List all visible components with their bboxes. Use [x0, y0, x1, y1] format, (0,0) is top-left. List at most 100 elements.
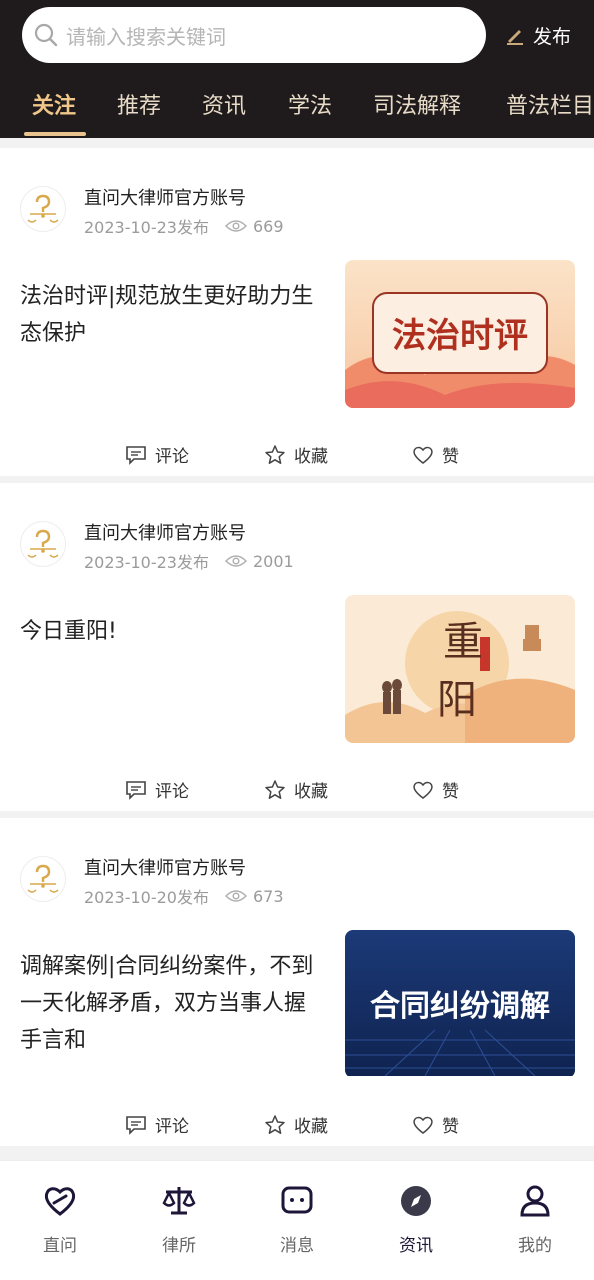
favorite-button[interactable]: 收藏	[264, 442, 328, 467]
bottom-nav: 直问 律所 消息 资讯 我的	[0, 1160, 594, 1280]
like-button[interactable]: 赞	[412, 777, 459, 802]
eye-icon	[225, 890, 247, 902]
post-card[interactable]: 直问大律师官方账号 2023-10-20发布 673 调解案例|合同纠纷案件，不…	[0, 818, 594, 1146]
heart-icon	[413, 1116, 433, 1134]
category-tabs: 关注 推荐 资讯 学法 司法解释 普法栏目	[0, 80, 594, 138]
author-name: 直问大律师官方账号	[84, 188, 246, 209]
avatar[interactable]	[20, 521, 66, 567]
post-title[interactable]: 今日重阳!	[20, 613, 326, 650]
tab-learn-law[interactable]: 学法	[288, 88, 332, 120]
heart-icon	[413, 781, 433, 799]
favorite-label: 收藏	[294, 447, 328, 467]
thumbnail-image: 重 阳	[345, 595, 575, 743]
post-actions: 评论 收藏 赞	[0, 442, 594, 472]
comment-button[interactable]: 评论	[125, 442, 189, 467]
nav-label: 消息	[280, 1236, 314, 1256]
scales-icon	[162, 1187, 196, 1215]
thumbnail-image: 合同纠纷调解	[345, 930, 575, 1077]
comment-label: 评论	[155, 1117, 189, 1137]
nav-label: 律所	[162, 1236, 196, 1256]
view-count: 2001	[225, 552, 294, 571]
tab-recommend[interactable]: 推荐	[117, 88, 161, 120]
tab-judicial-interpretation[interactable]: 司法解释	[373, 88, 461, 120]
favorite-label: 收藏	[294, 1117, 328, 1137]
top-header: 请输入搜索关键词 发布 关注 推荐 资讯 学法 司法解释 普法栏目	[0, 0, 594, 138]
post-card[interactable]: 直问大律师官方账号 2023-10-23发布 669 法治时评|规范放生更好助力…	[0, 148, 594, 476]
favorite-button[interactable]: 收藏	[264, 1112, 328, 1137]
nav-item-law-firm[interactable]: 律所	[139, 1183, 219, 1256]
post-date: 2023-10-23发布	[84, 553, 209, 572]
like-label: 赞	[442, 1117, 459, 1137]
view-count: 673	[225, 887, 284, 906]
avatar[interactable]	[20, 186, 66, 232]
post-thumbnail[interactable]: 合同纠纷调解	[345, 930, 575, 1078]
nav-label: 我的	[518, 1236, 552, 1256]
post-date: 2023-10-23发布	[84, 218, 209, 237]
favorite-button[interactable]: 收藏	[264, 777, 328, 802]
eye-icon	[225, 555, 247, 567]
like-label: 赞	[442, 447, 459, 467]
publish-label: 发布	[533, 25, 572, 48]
tab-follow[interactable]: 关注	[32, 88, 76, 120]
law-logo-icon	[27, 529, 59, 558]
post-meta: 2023-10-23发布 2001	[84, 549, 294, 573]
nav-label: 直问	[43, 1236, 77, 1256]
favorite-label: 收藏	[294, 782, 328, 802]
view-count-value: 669	[253, 216, 284, 236]
comment-label: 评论	[155, 447, 189, 467]
thumbnail-text: 合同纠纷调解	[370, 989, 550, 1024]
like-button[interactable]: 赞	[412, 1112, 459, 1137]
view-count-value: 673	[253, 886, 284, 906]
active-tab-indicator	[24, 132, 86, 136]
author-name: 直问大律师官方账号	[84, 858, 246, 879]
thumbnail-text: 法治时评	[392, 316, 528, 356]
comment-button[interactable]: 评论	[125, 777, 189, 802]
publish-button[interactable]: 发布	[505, 20, 571, 50]
like-label: 赞	[442, 782, 459, 802]
post-card[interactable]: 直问大律师官方账号 2023-10-23发布 2001 今日重阳! 重 阳 评论…	[0, 483, 594, 811]
eye-icon	[225, 220, 247, 232]
search-icon	[34, 23, 58, 47]
compass-icon	[401, 1186, 431, 1216]
post-thumbnail[interactable]: 法治时评	[345, 260, 575, 408]
view-count-value: 2001	[253, 551, 294, 571]
comment-icon	[126, 1115, 146, 1135]
thumbnail-text-bottom: 阳	[437, 677, 477, 723]
thumbnail-image: 法治时评	[345, 260, 575, 408]
author-name: 直问大律师官方账号	[84, 523, 246, 544]
star-icon	[265, 444, 285, 464]
post-title[interactable]: 调解案例|合同纠纷案件，不到一天化解矛盾，双方当事人握手言和	[20, 948, 326, 1059]
comment-icon	[126, 780, 146, 800]
tab-news[interactable]: 资讯	[202, 88, 246, 120]
comment-icon	[126, 445, 146, 465]
post-meta: 2023-10-20发布 673	[84, 884, 284, 908]
post-date: 2023-10-20发布	[84, 888, 209, 907]
nav-label: 资讯	[399, 1236, 433, 1256]
like-button[interactable]: 赞	[412, 442, 459, 467]
post-thumbnail[interactable]: 重 阳	[345, 595, 575, 743]
star-icon	[265, 1114, 285, 1134]
chat-bubble-icon	[281, 1186, 313, 1214]
user-icon	[520, 1185, 550, 1217]
pen-icon	[507, 30, 523, 45]
view-count: 669	[225, 217, 284, 236]
nav-item-zhiwen[interactable]: 直问	[20, 1183, 100, 1256]
comment-label: 评论	[155, 782, 189, 802]
search-placeholder: 请输入搜索关键词	[66, 24, 226, 49]
post-meta: 2023-10-23发布 669	[84, 214, 284, 238]
post-actions: 评论 收藏 赞	[0, 777, 594, 807]
nav-item-news[interactable]: 资讯	[376, 1183, 456, 1256]
law-logo-icon	[27, 194, 59, 223]
search-bar[interactable]: 请输入搜索关键词	[22, 7, 486, 63]
nav-item-messages[interactable]: 消息	[257, 1183, 337, 1256]
post-title[interactable]: 法治时评|规范放生更好助力生态保护	[20, 278, 326, 352]
avatar[interactable]	[20, 856, 66, 902]
law-logo-icon	[27, 864, 59, 893]
thumbnail-text-top: 重	[443, 619, 483, 665]
star-icon	[265, 779, 285, 799]
nav-item-me[interactable]: 我的	[495, 1183, 575, 1256]
tab-law-column[interactable]: 普法栏目	[506, 88, 594, 120]
comment-button[interactable]: 评论	[125, 1112, 189, 1137]
post-actions: 评论 收藏 赞	[0, 1112, 594, 1142]
heart-icon	[413, 446, 433, 464]
